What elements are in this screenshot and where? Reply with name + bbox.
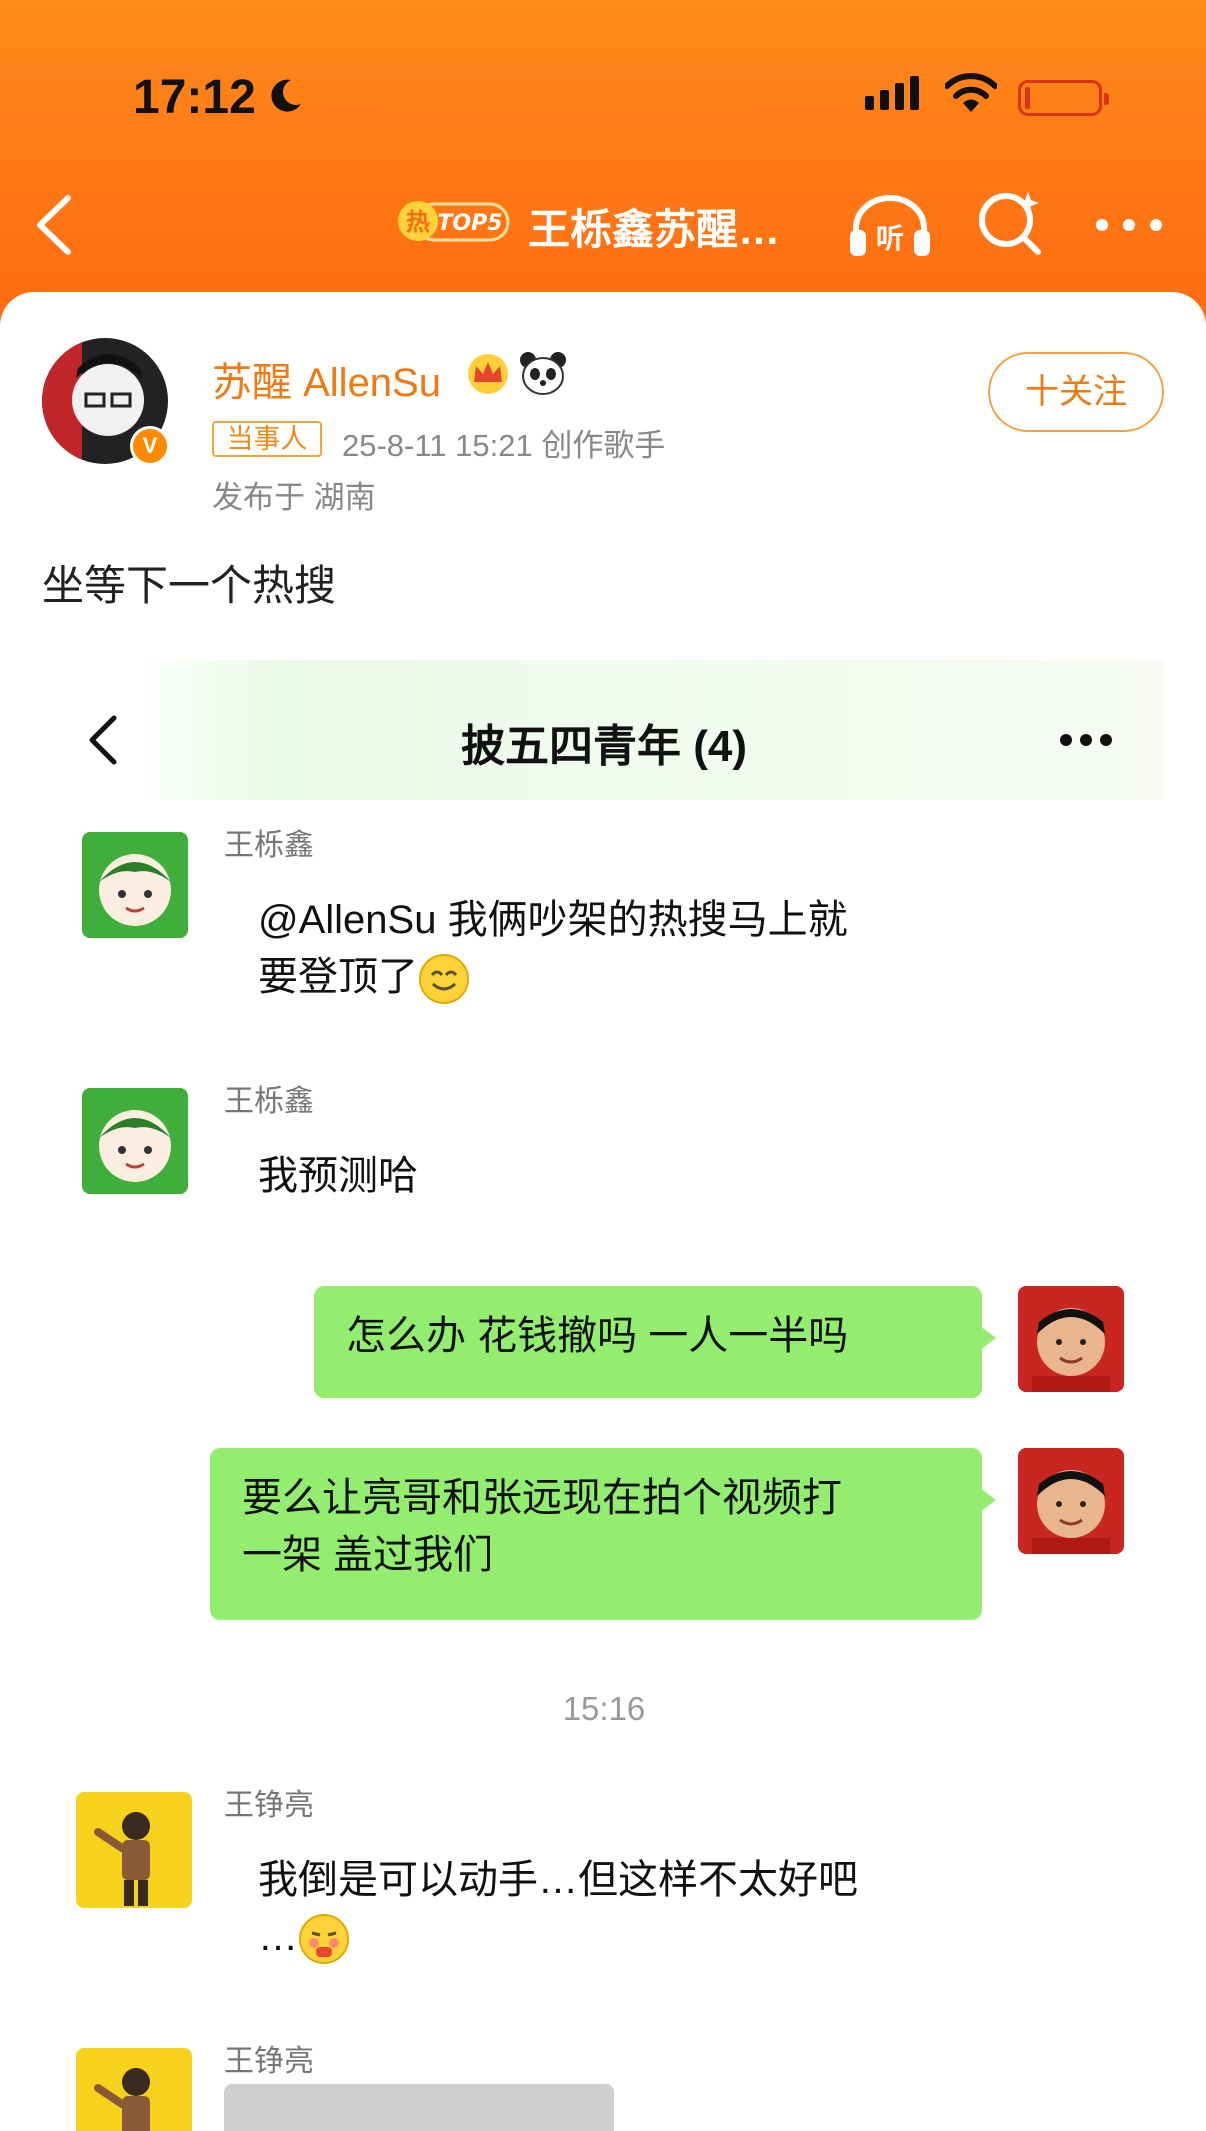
status-time: 17:12 [133,71,256,124]
moon-icon [271,79,301,112]
post-text: 坐等下一个热搜 [42,562,337,609]
avatar-wang-lixin [82,1088,188,1194]
verified-badge: V [130,426,170,466]
wifi-icon [945,73,997,112]
user-name[interactable]: 苏醒 AllenSu [212,350,441,408]
chat-bubble: 要么让亮哥和张远现在拍个视频打 一架 盖过我们 [210,1448,996,1620]
post-location: 发布于 湖南 [212,480,376,515]
headphones-icon[interactable]: 听 [848,190,932,258]
time-separator: 15:16 [562,1690,646,1727]
image-thumbnail[interactable] [224,2084,614,2131]
embarrassed-emoji [299,1914,349,1965]
role-badge: 当事人 [212,421,322,457]
avatar-su-xing [1018,1286,1124,1392]
panda-icon [520,352,566,395]
more-icon[interactable] [1094,210,1164,240]
smile-emoji [419,954,469,1005]
avatar-wang-zhengliang [76,2048,192,2131]
message-text: 我倒是可以动手…但这样不太好吧 … [258,1852,858,1966]
search-icon[interactable] [976,188,1046,258]
message-text: 我预测哈 [258,1154,418,1198]
back-icon[interactable] [30,190,80,260]
avatar-su-xing [1018,1448,1124,1554]
post-meta: 25-8-11 15:21 创作歌手 [342,428,666,463]
sender-name: 王铮亮 [224,1789,314,1822]
chat-bubble: 怎么办 花钱撤吗 一人一半吗 [314,1286,996,1398]
sender-name: 王铮亮 [224,2045,314,2078]
avatar-wang-lixin [82,832,188,938]
hot-top-badge[interactable]: 热 TOP5 [398,196,510,246]
message-text: @AllenSu 我俩吵架的热搜马上就 要登顶了 [258,892,848,1006]
chat-screenshot[interactable]: 披五四青年 (4) 王栎鑫 @AllenSu 我俩吵架的热搜马上就 要登顶了 王… [44,660,1164,2131]
battery-icon [1018,80,1109,116]
crown-icon [468,354,508,394]
nav-title: 王栎鑫苏醒… [528,206,781,253]
signal-icon [865,76,919,110]
svg-text:热: 热 [406,208,430,236]
chat-more-icon [1060,734,1112,746]
top-header [0,0,1206,330]
svg-text:TOP5: TOP5 [437,211,502,236]
sender-name: 王栎鑫 [224,1085,314,1118]
avatar-wang-zhengliang [76,1792,192,1908]
chat-title: 披五四青年 (4) [461,722,747,771]
sender-name: 王栎鑫 [224,829,314,862]
svg-text:听: 听 [876,222,904,255]
follow-button[interactable]: 十关注 [988,352,1164,432]
